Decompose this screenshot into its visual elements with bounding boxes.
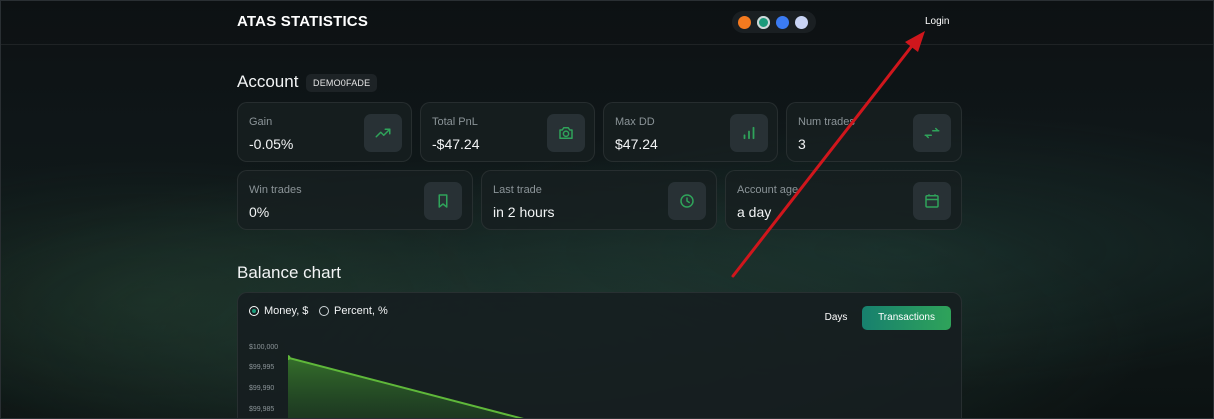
- stat-label: Account age: [737, 184, 799, 196]
- stat-card-num-trades: Num trades 3: [786, 102, 962, 162]
- stat-value: -$47.24: [432, 136, 480, 152]
- radio-percent[interactable]: Percent, %: [319, 305, 388, 317]
- calendar-icon: [913, 182, 951, 220]
- stat-card-total-pnl: Total PnL -$47.24: [420, 102, 595, 162]
- y-tick-label: $99,985: [249, 406, 275, 413]
- stat-value: in 2 hours: [493, 204, 555, 220]
- theme-blue-dot[interactable]: [776, 15, 789, 29]
- y-tick-label: $100,000: [249, 344, 279, 351]
- account-section-title: Account: [237, 72, 299, 91]
- stat-label: Num trades: [798, 116, 855, 128]
- stat-label: Max DD: [615, 116, 655, 128]
- stat-value: a day: [737, 204, 772, 220]
- radio-label: Percent, %: [334, 305, 388, 317]
- balance-area: [288, 357, 524, 419]
- trending-up-icon: [364, 114, 402, 152]
- stat-label: Gain: [249, 116, 273, 128]
- stat-value: 0%: [249, 204, 270, 220]
- radio-button[interactable]: [319, 306, 329, 316]
- bookmark-icon: [424, 182, 462, 220]
- theme-color-picker[interactable]: [732, 11, 816, 33]
- stat-label: Last trade: [493, 184, 542, 196]
- theme-orange-dot[interactable]: [738, 15, 751, 29]
- bar-chart-icon: [730, 114, 768, 152]
- y-tick-label: $99,995: [249, 364, 275, 371]
- stat-card-max-dd: Max DD $47.24: [603, 102, 778, 162]
- top-navigation-bar: ATAS STATISTICS Login: [0, 0, 1214, 45]
- brand-title: ATAS STATISTICS: [237, 13, 369, 30]
- radio-label: Money, $: [264, 305, 309, 317]
- y-tick-label: $99,990: [249, 385, 275, 392]
- stat-card-last-trade: Last trade in 2 hours: [481, 170, 717, 230]
- stat-value: 3: [798, 136, 806, 152]
- balance-chart-panel: Money, $ Percent, % Days Transactions $1…: [237, 292, 962, 419]
- stat-card-account-age: Account age a day: [725, 170, 962, 230]
- theme-lavender-dot[interactable]: [795, 15, 808, 29]
- account-id-badge: DEMO0FADE: [306, 74, 378, 92]
- stat-label: Total PnL: [432, 116, 478, 128]
- balance-chart-title: Balance chart: [237, 263, 341, 282]
- days-button[interactable]: Days: [814, 306, 858, 330]
- balance-chart-plot: [288, 355, 528, 419]
- theme-teal-dot[interactable]: [757, 15, 770, 29]
- login-link[interactable]: Login: [925, 16, 949, 27]
- stat-value: $47.24: [615, 136, 658, 152]
- radio-money[interactable]: Money, $: [249, 305, 308, 317]
- clock-icon: [668, 182, 706, 220]
- stat-card-win-trades: Win trades 0%: [237, 170, 473, 230]
- stat-card-gain: Gain -0.05%: [237, 102, 412, 162]
- swap-arrows-icon: [913, 114, 951, 152]
- camera-icon: [547, 114, 585, 152]
- transactions-button[interactable]: Transactions: [862, 306, 951, 330]
- radio-button-selected[interactable]: [249, 306, 259, 316]
- stat-label: Win trades: [249, 184, 302, 196]
- stat-value: -0.05%: [249, 136, 294, 152]
